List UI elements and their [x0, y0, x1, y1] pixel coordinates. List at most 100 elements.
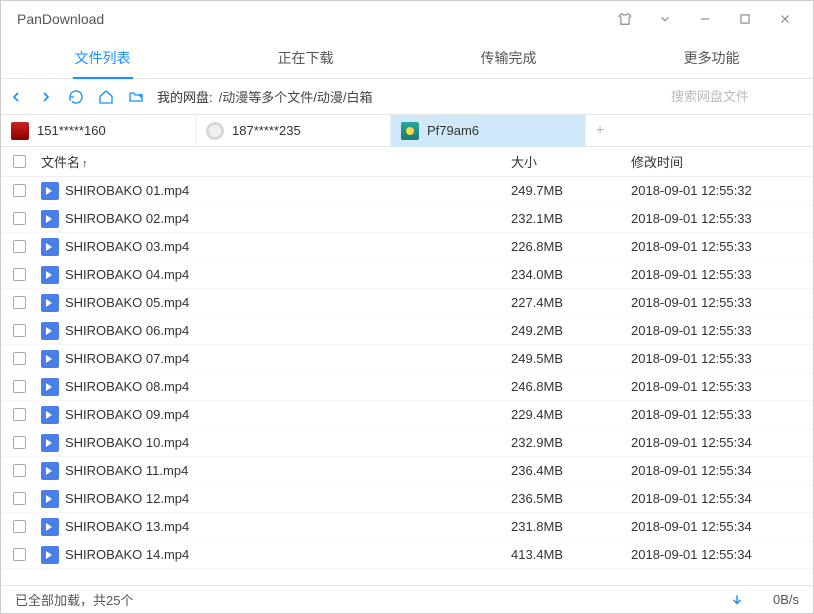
- file-name: SHIROBAKO 03.mp4: [65, 239, 189, 254]
- avatar: [11, 122, 29, 140]
- row-checkbox[interactable]: [13, 352, 26, 365]
- file-row[interactable]: SHIROBAKO 05.mp4227.4MB2018-09-01 12:55:…: [1, 289, 813, 317]
- file-size: 246.8MB: [511, 379, 631, 394]
- file-time: 2018-09-01 12:55:34: [631, 519, 801, 534]
- file-name: SHIROBAKO 08.mp4: [65, 379, 189, 394]
- file-row[interactable]: SHIROBAKO 08.mp4 246.8MB2018-09-01 12:55:…: [1, 373, 813, 401]
- nav-forward-button[interactable]: [31, 79, 61, 115]
- row-checkbox[interactable]: [13, 324, 26, 337]
- video-file-icon: [41, 182, 59, 200]
- select-all-checkbox[interactable]: [13, 155, 26, 168]
- video-file-icon: [41, 490, 59, 508]
- file-name: SHIROBAKO 05.mp4: [65, 295, 189, 310]
- file-row[interactable]: SHIROBAKO 04.mp4234.0MB2018-09-01 12:55:…: [1, 261, 813, 289]
- account-tab[interactable]: 187*****235: [196, 115, 391, 147]
- home-button[interactable]: [91, 79, 121, 115]
- row-checkbox[interactable]: [13, 492, 26, 505]
- video-file-icon: [41, 406, 59, 424]
- file-row[interactable]: SHIROBAKO 13.mp4231.8MB2018-09-01 12:55:…: [1, 513, 813, 541]
- file-row[interactable]: SHIROBAKO 10.mp4232.9MB2018-09-01 12:55:…: [1, 429, 813, 457]
- file-row[interactable]: SHIROBAKO 12.mp4236.5MB2018-09-01 12:55:…: [1, 485, 813, 513]
- search-input[interactable]: [663, 85, 813, 109]
- file-row[interactable]: SHIROBAKO 11.mp4236.4MB2018-09-01 12:55:…: [1, 457, 813, 485]
- statusbar: 已全部加载，共25个 0B/s: [1, 585, 813, 613]
- maximize-button[interactable]: [725, 1, 765, 37]
- file-row[interactable]: SHIROBAKO 07.mp4 249.5MB2018-09-01 12:55:…: [1, 345, 813, 373]
- file-name: SHIROBAKO 02.mp4: [65, 211, 189, 226]
- account-name: 151*****160: [37, 123, 106, 138]
- video-file-icon: [41, 462, 59, 480]
- path-value[interactable]: /动漫等多个文件/动漫/白箱: [219, 87, 663, 106]
- video-file-icon: [41, 238, 59, 256]
- video-file-icon: [41, 378, 59, 396]
- account-name: Pf79am6: [427, 123, 479, 138]
- file-size: 232.9MB: [511, 435, 631, 450]
- file-time: 2018-09-01 12:55:33: [631, 211, 801, 226]
- file-size: 249.7MB: [511, 183, 631, 198]
- row-checkbox[interactable]: [13, 464, 26, 477]
- new-folder-button[interactable]: [121, 79, 151, 115]
- file-time: 2018-09-01 12:55:33: [631, 239, 801, 254]
- add-account-button[interactable]: +: [586, 122, 614, 140]
- file-time: 2018-09-01 12:55:32: [631, 183, 801, 198]
- file-size: 236.4MB: [511, 463, 631, 478]
- main-tab[interactable]: 文件列表: [1, 37, 204, 78]
- file-time: 2018-09-01 12:55:33: [631, 351, 801, 366]
- row-checkbox[interactable]: [13, 548, 26, 561]
- file-row[interactable]: SHIROBAKO 01.mp4249.7MB2018-09-01 12:55:…: [1, 177, 813, 205]
- account-tabs: 151*****160 187*****235 Pf79am6 +: [1, 115, 813, 147]
- file-size: 229.4MB: [511, 407, 631, 422]
- file-size: 234.0MB: [511, 267, 631, 282]
- video-file-icon: [41, 294, 59, 312]
- file-size: 249.5MB: [511, 351, 631, 366]
- file-row[interactable]: SHIROBAKO 02.mp4232.1MB2018-09-01 12:55:…: [1, 205, 813, 233]
- list-header: 文件名↑ 大小 修改时间: [1, 147, 813, 177]
- row-checkbox[interactable]: [13, 212, 26, 225]
- row-checkbox[interactable]: [13, 184, 26, 197]
- main-tabs: 文件列表正在下载传输完成更多功能: [1, 37, 813, 79]
- file-time: 2018-09-01 12:55:33: [631, 379, 801, 394]
- file-time: 2018-09-01 12:55:34: [631, 463, 801, 478]
- row-checkbox[interactable]: [13, 268, 26, 281]
- file-name: SHIROBAKO 10.mp4: [65, 435, 189, 450]
- video-file-icon: [41, 266, 59, 284]
- account-name: 187*****235: [232, 123, 301, 138]
- row-checkbox[interactable]: [13, 240, 26, 253]
- file-name: SHIROBAKO 07.mp4: [65, 351, 189, 366]
- row-checkbox[interactable]: [13, 436, 26, 449]
- minimize-button[interactable]: [685, 1, 725, 37]
- column-size-header[interactable]: 大小: [511, 152, 631, 171]
- file-row[interactable]: SHIROBAKO 06.mp4249.2MB2018-09-01 12:55:…: [1, 317, 813, 345]
- main-tab[interactable]: 正在下载: [204, 37, 407, 78]
- file-list[interactable]: SHIROBAKO 01.mp4249.7MB2018-09-01 12:55:…: [1, 177, 813, 585]
- main-tab[interactable]: 更多功能: [610, 37, 813, 78]
- file-row[interactable]: SHIROBAKO 14.mp4413.4MB2018-09-01 12:55:…: [1, 541, 813, 569]
- window-title: PanDownload: [17, 11, 605, 27]
- file-time: 2018-09-01 12:55:34: [631, 491, 801, 506]
- row-checkbox[interactable]: [13, 408, 26, 421]
- nav-back-button[interactable]: [1, 79, 31, 115]
- avatar: [206, 122, 224, 140]
- row-checkbox[interactable]: [13, 296, 26, 309]
- file-size: 226.8MB: [511, 239, 631, 254]
- refresh-button[interactable]: [61, 79, 91, 115]
- account-tab[interactable]: 151*****160: [1, 115, 196, 147]
- row-checkbox[interactable]: [13, 380, 26, 393]
- app-window: PanDownload 文件列表正在下载传输完成更多功能: [0, 0, 814, 614]
- file-time: 2018-09-01 12:55:33: [631, 267, 801, 282]
- file-row[interactable]: SHIROBAKO 03.mp4 226.8MB2018-09-01 12:55:…: [1, 233, 813, 261]
- row-checkbox[interactable]: [13, 520, 26, 533]
- column-time-header[interactable]: 修改时间: [631, 152, 801, 171]
- column-name-header[interactable]: 文件名↑: [37, 152, 511, 171]
- file-name: SHIROBAKO 13.mp4: [65, 519, 189, 534]
- file-size: 249.2MB: [511, 323, 631, 338]
- account-tab[interactable]: Pf79am6: [391, 115, 586, 147]
- skin-button[interactable]: [605, 1, 645, 37]
- close-button[interactable]: [765, 1, 805, 37]
- dropdown-button[interactable]: [645, 1, 685, 37]
- status-speed: 0B/s: [749, 592, 799, 607]
- status-message: 已全部加载，共25个: [15, 590, 725, 609]
- file-time: 2018-09-01 12:55:33: [631, 295, 801, 310]
- file-row[interactable]: SHIROBAKO 09.mp4229.4MB2018-09-01 12:55:…: [1, 401, 813, 429]
- main-tab[interactable]: 传输完成: [407, 37, 610, 78]
